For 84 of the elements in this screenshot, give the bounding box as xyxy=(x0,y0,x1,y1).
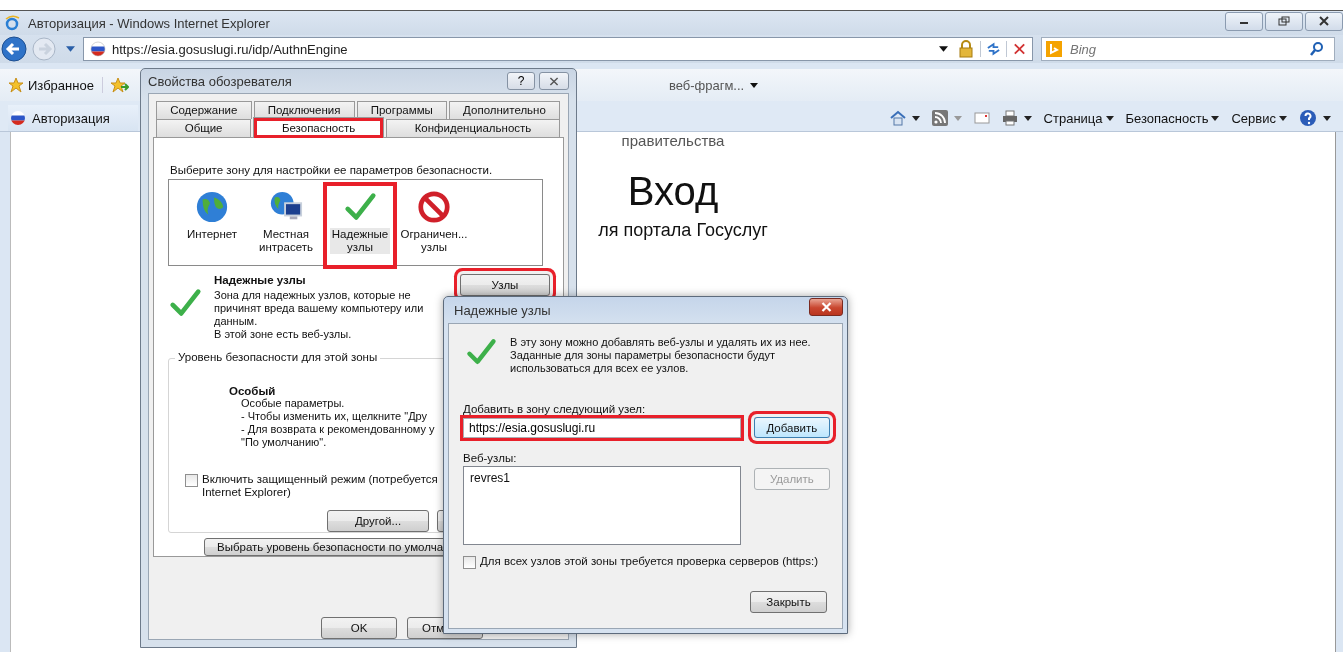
dialog-title: Надежные узлы xyxy=(454,302,552,318)
checkbox-label: Для всех узлов этой зоны требуется проверка серверов (https:) xyxy=(480,555,818,569)
window-title: Авторизация - Windows Internet Explorer xyxy=(28,15,270,31)
close-button[interactable] xyxy=(539,72,569,90)
feed-icon[interactable] xyxy=(931,110,948,126)
browser-logo-icon xyxy=(4,15,20,31)
dialog-tab[interactable]: Конфиденциальность xyxy=(385,119,560,137)
level-description: - Для возврата к рекомендованному у xyxy=(241,422,435,436)
add-favorite-icon[interactable] xyxy=(110,77,129,93)
page-subtitle: ля портала Госуслуг xyxy=(598,220,768,241)
prohibited-icon xyxy=(417,190,451,224)
url-input-field[interactable]: https://esia.gosuslugi.ru xyxy=(463,417,741,438)
dialog-tab[interactable]: Программы xyxy=(356,101,447,119)
globe-icon xyxy=(195,190,229,224)
caret-icon[interactable] xyxy=(939,46,948,52)
command-menu[interactable]: Сервис xyxy=(1231,110,1287,126)
restore-button[interactable] xyxy=(1265,11,1303,31)
caret-icon xyxy=(1279,115,1287,121)
level-name: Особый xyxy=(229,384,277,397)
dialog-title: Свойства обозревателя xyxy=(148,73,293,89)
address-field[interactable]: https://esia.gosuslugi.ru/idp/AuthnEngine xyxy=(83,37,1033,61)
dialog-tab[interactable]: Безопасность xyxy=(253,117,384,138)
search-engine-logo-icon xyxy=(1046,41,1062,57)
search-field[interactable]: Bing xyxy=(1041,37,1335,61)
caret-icon xyxy=(1211,115,1220,121)
browser-tab[interactable]: Авторизация xyxy=(8,105,138,131)
flag-icon xyxy=(10,110,26,126)
restore-icon xyxy=(1278,16,1290,26)
checkbox[interactable] xyxy=(463,556,476,569)
zone-item[interactable]: Интернет xyxy=(179,186,245,265)
zone-description: Зона для надежных узлов, которые не причинят вреда вашему компьютеру или данным. В этой зоне есть веб-узлы. xyxy=(214,288,425,341)
zone-item[interactable]: Местная интрасеть xyxy=(253,186,319,265)
close-icon xyxy=(820,302,832,312)
sites-list[interactable]: revres1 xyxy=(463,466,741,545)
caret-icon xyxy=(1105,115,1114,121)
checkbox-label: Включить защищенный режим (потребуется Internet Explorer) xyxy=(202,472,438,499)
home-icon[interactable] xyxy=(889,110,906,126)
help-icon[interactable] xyxy=(1299,109,1317,127)
web-slice-link[interactable]: веб-фрагм... xyxy=(668,77,745,93)
level-description: Особые параметры. xyxy=(241,396,345,410)
caret-icon[interactable] xyxy=(1023,115,1032,121)
close-button[interactable] xyxy=(809,298,843,316)
zone-item[interactable]: Надежные узлы xyxy=(327,186,393,265)
caret-icon[interactable] xyxy=(1323,115,1331,121)
help-button[interactable]: ? xyxy=(507,72,535,90)
custom-level-button[interactable]: Другой... xyxy=(327,509,429,532)
favorites-button[interactable]: Избранное xyxy=(0,77,103,93)
info-text: В эту зону можно добавлять веб-узлы и удалять их из нее. Заданные для зоны параметры безопасности будут использоваться для всех ее узлов. xyxy=(510,336,811,375)
search-icon[interactable] xyxy=(1309,41,1325,57)
page-heading: Вход xyxy=(627,169,719,214)
zone-item[interactable]: Ограничен... узлы xyxy=(401,186,467,265)
checkbox[interactable] xyxy=(185,473,198,487)
zone-label: Надежные узлы xyxy=(329,228,391,254)
dialog-button[interactable]: OK xyxy=(321,617,397,639)
star-icon xyxy=(8,77,24,93)
close-dialog-button[interactable]: Закрыть xyxy=(750,591,827,613)
caret-icon[interactable] xyxy=(911,115,920,121)
minimize-button[interactable] xyxy=(1225,11,1263,31)
dialog-tab[interactable]: Дополнительно xyxy=(448,101,560,119)
close-button[interactable] xyxy=(1305,11,1343,31)
zone-label: Местная интрасеть xyxy=(258,228,314,254)
close-icon xyxy=(549,76,559,86)
command-menu[interactable]: Безопасность xyxy=(1125,110,1220,126)
page-text: правительства xyxy=(621,132,725,149)
group-legend: Уровень безопасности для этой зоны xyxy=(175,350,381,363)
dialog-tab[interactable]: Общие xyxy=(156,119,252,137)
lock-icon[interactable] xyxy=(958,40,974,58)
level-description: - Чтобы изменить их, щелкните "Дру xyxy=(241,409,428,423)
list-item[interactable]: revres1 xyxy=(470,471,734,485)
zone-name: Надежные узлы xyxy=(214,273,307,286)
zone-label: Интернет xyxy=(185,228,239,241)
level-description: "По умолчанию". xyxy=(241,435,327,449)
close-icon xyxy=(1319,16,1329,26)
command-menu[interactable]: Страница xyxy=(1043,110,1114,126)
printer-icon[interactable] xyxy=(1001,110,1018,126)
field-label: Добавить в зону следующий узел: xyxy=(463,403,647,415)
zone-prompt: Выберите зону для настройки ее параметров безопасности. xyxy=(170,164,494,176)
zone-label: Ограничен... узлы xyxy=(399,228,469,254)
list-label: Веб-узлы: xyxy=(463,452,518,464)
flag-icon xyxy=(90,41,106,57)
caret-icon[interactable] xyxy=(750,82,759,88)
url-text: https://esia.gosuslugi.ru/idp/AuthnEngine xyxy=(112,41,348,57)
dialog-tab[interactable]: Содержание xyxy=(156,101,252,119)
back-button[interactable] xyxy=(0,35,28,63)
